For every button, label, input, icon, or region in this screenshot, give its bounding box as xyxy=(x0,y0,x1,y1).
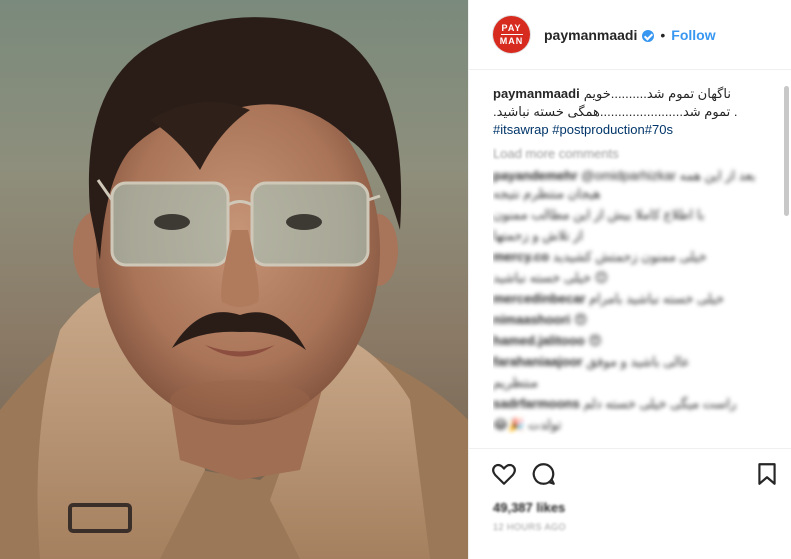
comment-row: از تلاش و زحمتها xyxy=(493,227,775,245)
avatar-text-bottom: MAN xyxy=(499,36,524,46)
comment-row: farahaniaajoor عالی باشید و موفق xyxy=(493,353,775,371)
portrait-image xyxy=(0,17,468,559)
load-more-comments-button[interactable]: Load more comments xyxy=(493,145,775,163)
comment-row: nimaashoori 😍 xyxy=(493,311,775,329)
comment-username[interactable]: mercy.co xyxy=(493,249,553,264)
comment-text: راست میگی خیلی خسته دلم xyxy=(583,396,737,411)
separator-dot: • xyxy=(660,26,666,43)
comment-text: 😍 xyxy=(573,312,588,327)
post-caption: paymanmaadi ناگهان تموم شد..........خویم … xyxy=(493,85,775,139)
comment-text: خیلی خسته نباشید بامرام xyxy=(589,291,725,306)
comment-username[interactable]: payandemehr xyxy=(493,168,581,183)
comment-username[interactable]: sadrfarmoons xyxy=(493,396,583,411)
comment-text: خیلی خسته نباشید 😊 xyxy=(493,270,609,285)
post-header: PAY MAN paymanmaadi • Follow xyxy=(469,0,791,70)
comment-row: خیلی خسته نباشید 😊 xyxy=(493,269,775,287)
comment-row: sadrfarmoons راست میگی خیلی خسته دلم xyxy=(493,395,775,413)
bookmark-icon[interactable] xyxy=(754,461,780,487)
action-bar xyxy=(469,448,791,499)
comment-text: 😂🎉 تولدت xyxy=(493,417,562,432)
avatar[interactable]: PAY MAN xyxy=(493,16,530,53)
comment-icon[interactable] xyxy=(531,461,557,487)
blurred-comments: payandemehr @omidparhizkar بعد از این هم… xyxy=(493,167,775,434)
caption-line-1: ناگهان تموم شد..........خویم xyxy=(583,86,731,101)
comments-scrollbar[interactable] xyxy=(784,86,789,216)
likes-count[interactable]: 49,387 likes xyxy=(493,500,565,515)
avatar-divider xyxy=(500,34,523,35)
comment-text: منتظریم xyxy=(493,375,538,390)
comment-username[interactable]: hamed.jalitooo xyxy=(493,333,588,348)
comment-row: hamed.jalitooo 😍 xyxy=(493,332,775,350)
comment-text: عالی باشید و موفق xyxy=(586,354,690,369)
comment-username[interactable]: nimaashoori xyxy=(493,312,574,327)
follow-button[interactable]: Follow xyxy=(671,27,715,43)
comments-list[interactable]: paymanmaadi ناگهان تموم شد..........خویم … xyxy=(493,85,775,435)
comment-row: mercy.co خیلی ممنون زحمتش کشیدید xyxy=(493,248,775,266)
post-timestamp: 12 HOURS AGO xyxy=(493,522,567,532)
post-photo[interactable] xyxy=(0,0,468,559)
avatar-text-top: PAY xyxy=(501,23,522,33)
caption-hashtags[interactable]: #itsawrap #postproduction#70s xyxy=(493,121,775,139)
comment-username[interactable]: mercedinbecar xyxy=(493,291,589,306)
comment-text: از تلاش و زحمتها xyxy=(493,228,583,243)
comment-row: 😂🎉 تولدت xyxy=(493,416,775,434)
comment-row: منتظریم xyxy=(493,374,775,392)
comment-row: payandemehr @omidparhizkar بعد از این هم… xyxy=(493,167,775,203)
post-side-panel: PAY MAN paymanmaadi • Follow paymanmaadi… xyxy=(468,0,791,559)
caption-line-2: .تموم شد.......................همگی خسته… xyxy=(493,104,738,119)
comment-row: mercedinbecar خیلی خسته نباشید بامرام xyxy=(493,290,775,308)
username-link[interactable]: paymanmaadi xyxy=(544,27,637,43)
comment-text: 😍 xyxy=(588,333,602,348)
verified-badge-icon xyxy=(642,29,655,42)
caption-username[interactable]: paymanmaadi xyxy=(493,86,580,101)
comment-username[interactable]: farahaniaajoor xyxy=(493,354,586,369)
comment-text: با اطلاع کاملا بیش از این مطالب ممنون xyxy=(493,207,705,222)
instagram-post: PAY MAN paymanmaadi • Follow paymanmaadi… xyxy=(0,0,791,559)
heart-icon[interactable] xyxy=(491,461,517,487)
comment-text: خیلی ممنون زحمتش کشیدید xyxy=(552,249,707,264)
comment-row: با اطلاع کاملا بیش از این مطالب ممنون xyxy=(493,206,775,224)
